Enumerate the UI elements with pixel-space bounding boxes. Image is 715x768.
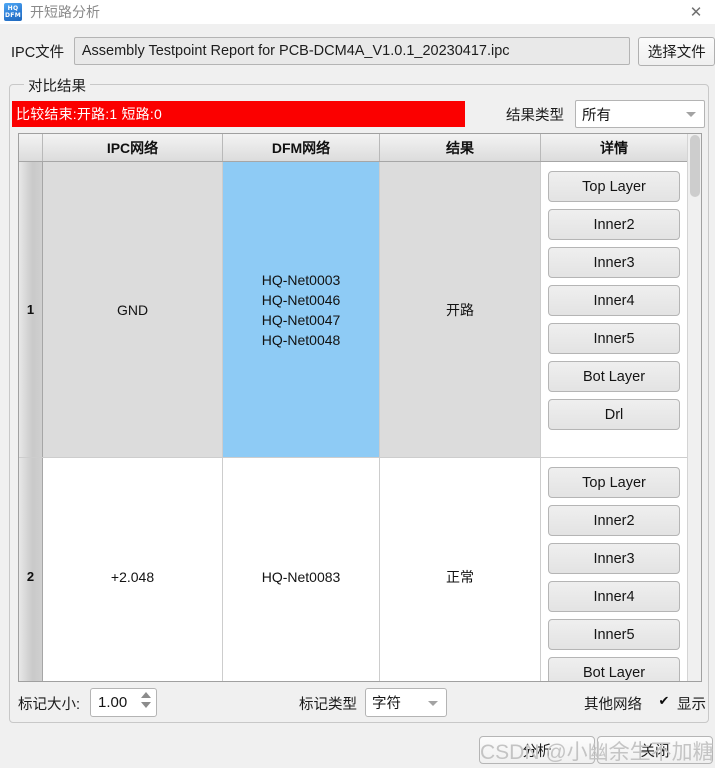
results-table: IPC网络 DFM网络 结果 详情 1 GND HQ-Net0003 HQ-Ne… [18, 133, 702, 682]
mark-size-stepper[interactable]: 1.00 [90, 688, 157, 717]
dfm-net-line: HQ-Net0047 [261, 311, 341, 328]
cell-ipc-net[interactable]: +2.048 [43, 458, 223, 681]
table-vertical-scrollbar[interactable] [687, 134, 701, 681]
layer-button-drl[interactable]: Drl [548, 399, 680, 430]
hq-dfm-logo-icon: HQ DFM [4, 3, 22, 21]
table-header-dfm-net[interactable]: DFM网络 [223, 134, 380, 161]
close-icon[interactable]: ✕ [685, 2, 707, 22]
show-other-network-checkbox[interactable]: ✔ [657, 693, 671, 708]
result-type-label: 结果类型 [506, 108, 564, 124]
cell-result[interactable]: 开路 [380, 162, 541, 457]
table-row[interactable]: 1 GND HQ-Net0003 HQ-Net0046 HQ-Net0047 H… [19, 162, 701, 458]
row-header-index[interactable]: 2 [19, 458, 43, 681]
layer-button-inner3[interactable]: Inner3 [548, 247, 680, 278]
layer-button-inner4[interactable]: Inner4 [548, 285, 680, 316]
open-short-analysis-window: HQ DFM 开短路分析 ✕ IPC文件 Assembly Testpoint … [0, 0, 715, 768]
show-label: 显示 [677, 697, 706, 713]
cell-detail-buttons: Top Layer Inner2 Inner3 Inner4 Inner5 Bo… [541, 162, 687, 457]
row-header-index[interactable]: 1 [19, 162, 43, 457]
dfm-net-line: HQ-Net0048 [261, 331, 341, 348]
layer-button-bot[interactable]: Bot Layer [548, 657, 680, 681]
title-bar: HQ DFM 开短路分析 ✕ [0, 0, 715, 24]
table-header-corner [19, 134, 43, 161]
table-header-result[interactable]: 结果 [380, 134, 541, 161]
stepper-arrows [141, 692, 151, 708]
mark-type-value: 字符 [372, 696, 401, 712]
result-type-select[interactable]: 所有 [575, 100, 705, 128]
layer-button-bot[interactable]: Bot Layer [548, 361, 680, 392]
window-title: 开短路分析 [30, 4, 100, 20]
chevron-down-icon [428, 700, 438, 706]
ipc-file-label: IPC文件 [11, 44, 65, 61]
layer-button-inner4[interactable]: Inner4 [548, 581, 680, 612]
close-button[interactable]: 关闭 [597, 736, 713, 764]
table-body: 1 GND HQ-Net0003 HQ-Net0046 HQ-Net0047 H… [19, 162, 701, 681]
stepper-down-icon[interactable] [141, 702, 151, 708]
mark-type-label: 标记类型 [299, 697, 357, 713]
cell-dfm-net[interactable]: HQ-Net0003 HQ-Net0046 HQ-Net0047 HQ-Net0… [223, 162, 380, 457]
scrollbar-thumb[interactable] [690, 135, 700, 197]
cell-detail-buttons: Top Layer Inner2 Inner3 Inner4 Inner5 Bo… [541, 458, 687, 681]
chevron-down-icon [686, 112, 696, 117]
layer-button-inner2[interactable]: Inner2 [548, 209, 680, 240]
ipc-file-input[interactable]: Assembly Testpoint Report for PCB-DCM4A_… [73, 37, 631, 65]
choose-file-button[interactable]: 选择文件 [638, 36, 715, 66]
cell-result[interactable]: 正常 [380, 458, 541, 681]
table-header-ipc-net[interactable]: IPC网络 [43, 134, 223, 161]
dfm-net-line: HQ-Net0046 [261, 291, 341, 308]
cell-dfm-net[interactable]: HQ-Net0083 [223, 458, 380, 681]
layer-button-inner2[interactable]: Inner2 [548, 505, 680, 536]
bottom-controls: 标记大小: 1.00 标记类型 字符 其他网络 ✔ 显示 [0, 688, 715, 718]
layer-button-inner5[interactable]: Inner5 [548, 323, 680, 354]
ipc-file-row: IPC文件 Assembly Testpoint Report for PCB-… [0, 36, 715, 66]
compare-result-title: 对比结果 [24, 75, 90, 96]
result-type-value: 所有 [582, 107, 611, 124]
dfm-net-line: HQ-Net0003 [261, 271, 341, 288]
mark-size-value: 1.00 [98, 694, 128, 711]
stepper-up-icon[interactable] [141, 692, 151, 698]
logo-line-2: DFM [5, 12, 21, 19]
table-row[interactable]: 2 +2.048 HQ-Net0083 正常 Top Layer Inner2 … [19, 458, 701, 681]
layer-button-inner3[interactable]: Inner3 [548, 543, 680, 574]
layer-button-top[interactable]: Top Layer [548, 467, 680, 498]
table-header-detail[interactable]: 详情 [541, 134, 687, 161]
layer-button-inner5[interactable]: Inner5 [548, 619, 680, 650]
other-network-label: 其他网络 [584, 697, 642, 713]
layer-button-top[interactable]: Top Layer [548, 171, 680, 202]
mark-type-select[interactable]: 字符 [365, 688, 447, 717]
logo-line-1: HQ [7, 5, 19, 12]
mark-size-label: 标记大小: [18, 697, 81, 713]
table-header-row: IPC网络 DFM网络 结果 详情 [19, 134, 701, 162]
analyze-button[interactable]: 分析 [479, 736, 595, 764]
status-banner: 比较结束:开路:1 短路:0 [12, 101, 465, 127]
cell-ipc-net[interactable]: GND [43, 162, 223, 457]
